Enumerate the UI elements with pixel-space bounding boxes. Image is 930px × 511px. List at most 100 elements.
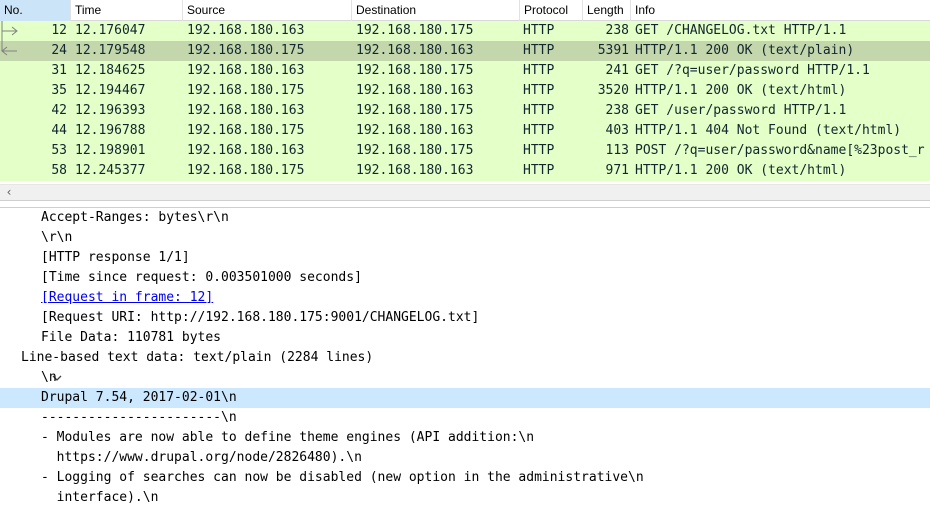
detail-crlf: \r\n: [41, 230, 73, 245]
packet-source: 192.168.180.175: [187, 123, 305, 138]
chevron-down-icon[interactable]: [4, 348, 62, 381]
packet-info: GET /?q=user/password HTTP/1.1: [635, 63, 870, 78]
packet-protocol: HTTP: [523, 103, 555, 118]
packet-source: 192.168.180.175: [187, 163, 305, 178]
text-data-line[interactable]: - Logging of searches can now be disable…: [0, 468, 930, 488]
packet-destination: 192.168.180.163: [356, 123, 474, 138]
column-header-no[interactable]: No.: [0, 0, 71, 21]
packet-info: HTTP/1.1 200 OK (text/html): [635, 163, 847, 178]
packet-row[interactable]: 58 12.245377 192.168.180.175 192.168.180…: [0, 161, 930, 181]
detail-file-data: File Data: 110781 bytes: [41, 330, 222, 345]
packet-info: GET /CHANGELOG.txt HTTP/1.1: [635, 23, 847, 38]
detail-line[interactable]: [HTTP response 1/1]: [0, 248, 930, 268]
text-data-content: - Logging of searches can now be disable…: [41, 470, 644, 485]
packet-protocol: HTTP: [523, 83, 555, 98]
packet-length: 3520: [597, 83, 629, 98]
chevron-left-icon[interactable]: ‹: [2, 185, 16, 201]
section-line-based-text[interactable]: Line-based text data: text/plain (2284 l…: [0, 348, 930, 381]
text-data-content: https://www.drupal.org/node/2826480).\n: [41, 450, 362, 465]
packet-length: 238: [605, 103, 629, 118]
packet-protocol: HTTP: [523, 163, 555, 178]
packet-time: 12.196788: [75, 123, 146, 138]
packet-length: 113: [605, 143, 629, 158]
packet-no: 35: [51, 83, 67, 98]
column-header-time[interactable]: Time: [71, 0, 183, 21]
packet-time: 12.184625: [75, 63, 146, 78]
packet-list-horizontal-scrollbar[interactable]: ‹: [0, 184, 930, 200]
packet-protocol: HTTP: [523, 143, 555, 158]
text-data-line[interactable]: https://www.drupal.org/node/2826480).\n: [0, 448, 930, 468]
packet-row[interactable]: 12 12.176047 192.168.180.163 192.168.180…: [0, 21, 930, 41]
detail-time-since-request: [Time since request: 0.003501000 seconds…: [41, 270, 362, 285]
packet-destination: 192.168.180.175: [356, 103, 474, 118]
text-data-line-selected[interactable]: Drupal 7.54, 2017-02-01\n: [0, 388, 930, 408]
packet-info: HTTP/1.1 200 OK (text/html): [635, 83, 847, 98]
packet-info: HTTP/1.1 200 OK (text/plain): [635, 43, 855, 58]
packet-time: 12.176047: [75, 23, 146, 38]
text-data-line[interactable]: interface).\n: [0, 488, 930, 508]
packet-row[interactable]: 44 12.196788 192.168.180.175 192.168.180…: [0, 121, 930, 141]
detail-line[interactable]: [Request URI: http://192.168.180.175:900…: [0, 308, 930, 328]
packet-source: 192.168.180.163: [187, 63, 305, 78]
detail-line[interactable]: \r\n: [0, 228, 930, 248]
text-data-content: \n: [41, 370, 57, 385]
packet-info: GET /user/password HTTP/1.1: [635, 103, 847, 118]
packet-row[interactable]: 31 12.184625 192.168.180.163 192.168.180…: [0, 61, 930, 81]
text-data-content: Drupal 7.54, 2017-02-01\n: [41, 390, 237, 405]
packet-source: 192.168.180.163: [187, 143, 305, 158]
packet-time: 12.198901: [75, 143, 146, 158]
packet-source: 192.168.180.175: [187, 83, 305, 98]
packet-destination: 192.168.180.175: [356, 143, 474, 158]
text-data-line[interactable]: \n: [0, 368, 930, 388]
packet-details: Accept-Ranges: bytes\r\n \r\n [HTTP resp…: [0, 208, 930, 511]
packet-no: 31: [51, 63, 67, 78]
section-title: Line-based text data: text/plain (2284 l…: [21, 350, 374, 365]
packet-row[interactable]: 53 12.198901 192.168.180.163 192.168.180…: [0, 141, 930, 161]
packet-no: 53: [51, 143, 67, 158]
detail-accept-ranges: Accept-Ranges: bytes\r\n: [41, 210, 229, 225]
packet-length: 403: [605, 123, 629, 138]
detail-request-uri: [Request URI: http://192.168.180.175:900…: [41, 310, 480, 325]
packet-source: 192.168.180.175: [187, 43, 305, 58]
packet-destination: 192.168.180.163: [356, 163, 474, 178]
packet-length: 241: [605, 63, 629, 78]
column-header-destination[interactable]: Destination: [352, 0, 520, 21]
packet-protocol: HTTP: [523, 43, 555, 58]
packet-no: 42: [51, 103, 67, 118]
column-header-source[interactable]: Source: [183, 0, 352, 21]
packet-no: 58: [51, 163, 67, 178]
packet-length: 238: [605, 23, 629, 38]
column-header-protocol[interactable]: Protocol: [520, 0, 583, 21]
packet-list-header: No. Time Source Destination Protocol Len…: [0, 0, 930, 21]
packet-row[interactable]: 35 12.194467 192.168.180.175 192.168.180…: [0, 81, 930, 101]
text-data-line[interactable]: -----------------------\n: [0, 408, 930, 428]
packet-row[interactable]: 42 12.196393 192.168.180.163 192.168.180…: [0, 101, 930, 121]
packet-no: 12: [51, 23, 67, 38]
column-header-length[interactable]: Length: [583, 0, 631, 21]
detail-http-response: [HTTP response 1/1]: [41, 250, 190, 265]
packet-time: 12.245377: [75, 163, 146, 178]
detail-line[interactable]: File Data: 110781 bytes: [0, 328, 930, 348]
packet-length: 5391: [597, 43, 629, 58]
packet-source: 192.168.180.163: [187, 103, 305, 118]
column-header-info[interactable]: Info: [631, 0, 930, 21]
packet-destination: 192.168.180.175: [356, 63, 474, 78]
detail-line[interactable]: [Request in frame: 12]: [0, 288, 930, 308]
packet-time: 12.194467: [75, 83, 146, 98]
pane-splitter[interactable]: [0, 200, 930, 208]
request-in-frame-link[interactable]: [Request in frame: 12]: [41, 288, 213, 308]
detail-line[interactable]: Accept-Ranges: bytes\r\n: [0, 208, 930, 228]
text-data-content: -----------------------\n: [41, 410, 237, 425]
packet-info: HTTP/1.1 404 Not Found (text/html): [635, 123, 902, 138]
packet-protocol: HTTP: [523, 63, 555, 78]
packet-no: 24: [51, 43, 67, 58]
packet-row-selected[interactable]: 24 12.179548 192.168.180.175 192.168.180…: [0, 41, 930, 61]
packet-destination: 192.168.180.163: [356, 83, 474, 98]
packet-source: 192.168.180.163: [187, 23, 305, 38]
packet-list: No. Time Source Destination Protocol Len…: [0, 0, 930, 184]
packet-no: 44: [51, 123, 67, 138]
text-data-line[interactable]: - Modules are now able to define theme e…: [0, 428, 930, 448]
detail-line[interactable]: [Time since request: 0.003501000 seconds…: [0, 268, 930, 288]
packet-protocol: HTTP: [523, 123, 555, 138]
packet-time: 12.196393: [75, 103, 146, 118]
